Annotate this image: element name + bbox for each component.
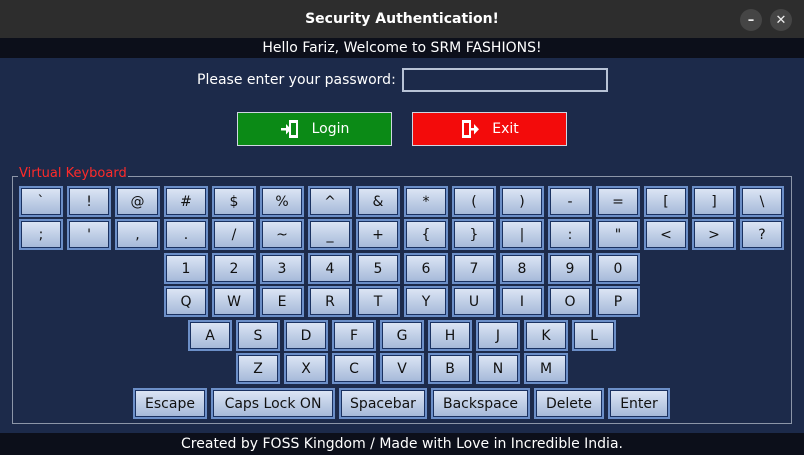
key-9[interactable]: 9 (548, 253, 592, 284)
key-caps-lock[interactable]: Caps Lock ON (211, 388, 335, 419)
key-n[interactable]: N (476, 353, 520, 384)
key-v[interactable]: V (380, 353, 424, 384)
key-at[interactable]: @ (115, 186, 160, 217)
minimize-icon[interactable]: – (740, 9, 762, 31)
key-backslash[interactable]: \ (740, 186, 784, 217)
door-enter-icon (280, 119, 300, 139)
key-spacebar[interactable]: Spacebar (339, 388, 427, 419)
key-q[interactable]: Q (164, 286, 208, 317)
key-2[interactable]: 2 (212, 253, 256, 284)
key-8[interactable]: 8 (500, 253, 544, 284)
key-0[interactable]: 0 (596, 253, 640, 284)
login-label: Login (311, 121, 350, 137)
virtual-keyboard-legend: Virtual Keyboard (18, 166, 128, 181)
key-ampersand[interactable]: & (356, 186, 400, 217)
footer: Created by FOSS Kingdom / Made with Love… (0, 433, 804, 455)
door-exit-icon (460, 119, 480, 139)
key-left-paren[interactable]: ( (452, 186, 496, 217)
password-input[interactable] (402, 68, 608, 92)
key-g[interactable]: G (380, 320, 424, 351)
footer-text: Created by FOSS Kingdom / Made with Love… (181, 436, 623, 452)
key-right-brace[interactable]: } (452, 219, 496, 250)
close-icon[interactable]: ✕ (770, 9, 792, 31)
key-pipe[interactable]: | (500, 219, 544, 250)
key-semicolon[interactable]: ; (19, 219, 63, 250)
key-percent[interactable]: % (260, 186, 304, 217)
key-period[interactable]: . (164, 219, 208, 250)
key-l[interactable]: L (572, 320, 616, 351)
key-equals[interactable]: = (596, 186, 640, 217)
key-5[interactable]: 5 (356, 253, 400, 284)
key-enter[interactable]: Enter (608, 388, 670, 419)
key-i[interactable]: I (500, 286, 544, 317)
key-x[interactable]: X (284, 353, 328, 384)
key-delete[interactable]: Delete (534, 388, 604, 419)
key-greater-than[interactable]: > (692, 219, 736, 250)
key-k[interactable]: K (524, 320, 568, 351)
key-double-quote[interactable]: " (596, 219, 640, 250)
key-tilde[interactable]: ~ (260, 219, 304, 250)
key-backspace[interactable]: Backspace (431, 388, 530, 419)
key-apostrophe[interactable]: ' (67, 219, 111, 250)
key-t[interactable]: T (356, 286, 400, 317)
key-left-bracket[interactable]: [ (644, 186, 688, 217)
welcome-text: Hello Fariz, Welcome to SRM FASHIONS! (262, 40, 542, 56)
key-4[interactable]: 4 (308, 253, 352, 284)
key-j[interactable]: J (476, 320, 520, 351)
welcome-banner: Hello Fariz, Welcome to SRM FASHIONS! (0, 38, 804, 58)
key-6[interactable]: 6 (404, 253, 448, 284)
key-dollar[interactable]: $ (212, 186, 256, 217)
key-e[interactable]: E (260, 286, 304, 317)
password-label: Please enter your password: (197, 72, 396, 88)
key-p[interactable]: P (596, 286, 640, 317)
key-a[interactable]: A (188, 320, 232, 351)
key-exclamation[interactable]: ! (67, 186, 111, 217)
key-w[interactable]: W (212, 286, 256, 317)
key-escape[interactable]: Escape (133, 388, 207, 419)
exit-label: Exit (492, 121, 519, 137)
key-7[interactable]: 7 (452, 253, 496, 284)
key-o[interactable]: O (548, 286, 592, 317)
key-comma[interactable]: , (115, 219, 160, 250)
key-m[interactable]: M (524, 353, 568, 384)
key-u[interactable]: U (452, 286, 496, 317)
window-title: Security Authentication! (305, 11, 499, 27)
key-b[interactable]: B (428, 353, 472, 384)
main-panel: Please enter your password: Login Exit V… (0, 58, 804, 433)
key-s[interactable]: S (236, 320, 280, 351)
title-bar: Security Authentication! – ✕ (0, 0, 804, 38)
key-right-paren[interactable]: ) (500, 186, 544, 217)
key-left-brace[interactable]: { (404, 219, 448, 250)
key-plus[interactable]: + (356, 219, 400, 250)
key-hash[interactable]: # (164, 186, 208, 217)
key-3[interactable]: 3 (260, 253, 304, 284)
key-z[interactable]: Z (236, 353, 280, 384)
key-colon[interactable]: : (548, 219, 592, 250)
key-asterisk[interactable]: * (404, 186, 448, 217)
key-d[interactable]: D (284, 320, 328, 351)
key-underscore[interactable]: _ (308, 219, 352, 250)
key-f[interactable]: F (332, 320, 376, 351)
key-1[interactable]: 1 (164, 253, 208, 284)
key-y[interactable]: Y (404, 286, 448, 317)
key-caret[interactable]: ^ (308, 186, 352, 217)
key-question[interactable]: ? (740, 219, 784, 250)
key-h[interactable]: H (428, 320, 472, 351)
key-right-bracket[interactable]: ] (692, 186, 736, 217)
key-r[interactable]: R (308, 286, 352, 317)
key-minus[interactable]: - (548, 186, 592, 217)
exit-button[interactable]: Exit (412, 112, 567, 146)
key-slash[interactable]: / (212, 219, 256, 250)
key-less-than[interactable]: < (644, 219, 688, 250)
key-backtick[interactable]: ` (19, 186, 63, 217)
key-c[interactable]: C (332, 353, 376, 384)
login-button[interactable]: Login (237, 112, 392, 146)
